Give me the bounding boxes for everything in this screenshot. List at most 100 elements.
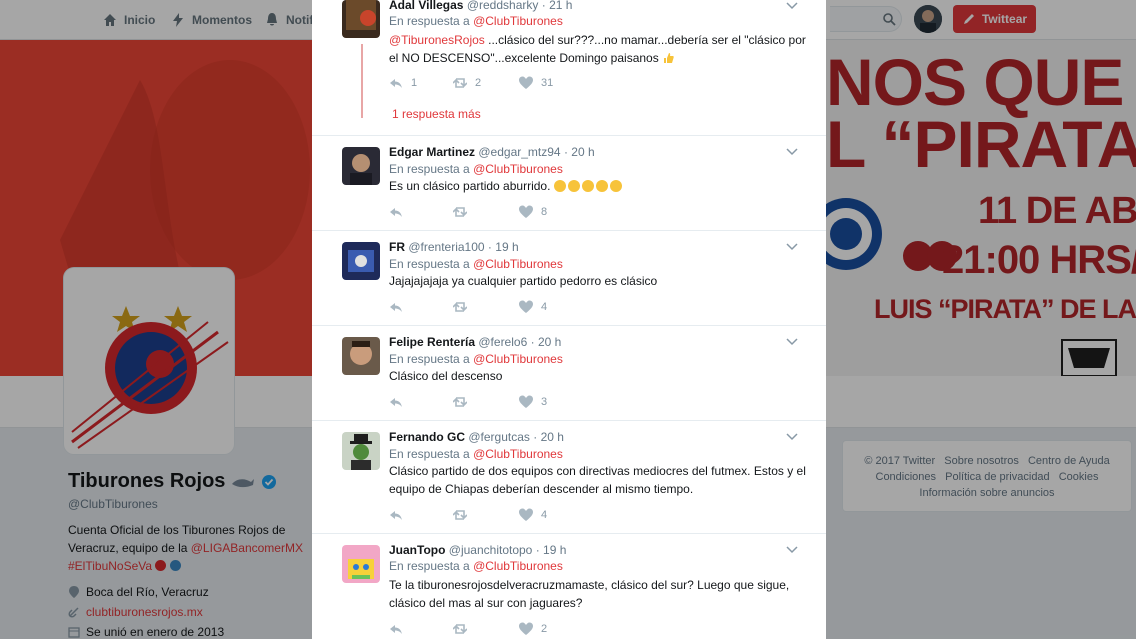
tweet-author-handle[interactable]: @frenteria100 xyxy=(408,240,484,254)
reply-action[interactable] xyxy=(389,508,411,522)
retweet-action[interactable] xyxy=(453,300,475,314)
reply-target-link[interactable]: @ClubTiburones xyxy=(473,162,563,176)
tweet-author-name[interactable]: JuanTopo xyxy=(389,543,445,557)
avatar-photo xyxy=(342,337,380,375)
tweet-timestamp[interactable]: 19 h xyxy=(543,543,566,557)
tweet-item[interactable]: Edgar Martinez @edgar_mtz94 · 20 h En re… xyxy=(312,136,826,231)
reply-icon xyxy=(390,511,402,520)
like-count: 2 xyxy=(541,623,548,635)
retweet-action[interactable] xyxy=(453,205,475,219)
tweet-body: Te la tiburonesrojosdelveracruzmamaste, … xyxy=(389,578,790,610)
reply-icon xyxy=(390,303,402,312)
like-action[interactable]: 4 xyxy=(519,300,547,314)
reply-target-link[interactable]: @ClubTiburones xyxy=(473,257,563,271)
tweet-reply-context: En respuesta a @ClubTiburones xyxy=(389,257,563,271)
reply-action[interactable] xyxy=(389,300,411,314)
reply-target-link[interactable]: @ClubTiburones xyxy=(473,14,563,28)
tweet-header: JuanTopo @juanchitotopo · 19 h xyxy=(389,543,566,557)
tweet-timestamp[interactable]: 19 h xyxy=(495,240,518,254)
heart-icon xyxy=(519,300,533,313)
retweet-action[interactable] xyxy=(453,622,475,636)
tweet-avatar[interactable] xyxy=(342,147,380,185)
tweet-actions: 4 xyxy=(389,508,589,524)
retweet-action[interactable] xyxy=(453,395,475,409)
tweet-author-handle[interactable]: @ferelo6 xyxy=(478,335,527,349)
chevron-down-icon[interactable] xyxy=(786,2,798,10)
tweet-author-handle[interactable]: @reddsharky xyxy=(467,0,539,12)
reply-icon xyxy=(390,625,402,634)
reply-action[interactable] xyxy=(389,395,411,409)
tweet-header: FR @frenteria100 · 19 h xyxy=(389,240,519,254)
tweet-avatar[interactable] xyxy=(342,545,380,583)
heart-icon xyxy=(519,622,533,635)
reply-target-link[interactable]: @ClubTiburones xyxy=(473,447,563,461)
like-action[interactable]: 8 xyxy=(519,205,547,219)
thumbs-up-emoji-icon xyxy=(664,53,674,63)
chevron-down-icon[interactable] xyxy=(786,338,798,346)
tweet-author-name[interactable]: Edgar Martinez xyxy=(389,145,475,159)
tweet-mention-link[interactable]: @TiburonesRojos xyxy=(389,33,485,47)
tweet-author-handle[interactable]: @fergutcas xyxy=(468,430,530,444)
tweet-item[interactable]: JuanTopo @juanchitotopo · 19 h En respue… xyxy=(312,534,826,639)
retweet-action[interactable] xyxy=(453,508,475,522)
reply-prefix: En respuesta a xyxy=(389,559,474,573)
tweet-item[interactable]: FR @frenteria100 · 19 h En respuesta a @… xyxy=(312,231,826,326)
reply-action[interactable]: 1 xyxy=(389,76,417,90)
tweet-reply-context: En respuesta a @ClubTiburones xyxy=(389,352,563,366)
tweet-author-handle[interactable]: @juanchitotopo xyxy=(449,543,533,557)
tweet-reply-context: En respuesta a @ClubTiburones xyxy=(389,14,563,28)
reply-prefix: En respuesta a xyxy=(389,257,474,271)
tweet-author-name[interactable]: Adal Villegas xyxy=(389,0,463,12)
tweet-timestamp[interactable]: 20 h xyxy=(571,145,594,159)
like-action[interactable]: 2 xyxy=(519,622,547,636)
like-action[interactable]: 3 xyxy=(519,395,547,409)
reply-prefix: En respuesta a xyxy=(389,352,474,366)
tweet-author-name[interactable]: FR xyxy=(389,240,405,254)
tweet-time-separator: · xyxy=(535,543,540,557)
retweet-action[interactable]: 2 xyxy=(453,76,481,90)
reply-target-link[interactable]: @ClubTiburones xyxy=(473,559,563,573)
tweet-time-separator: · xyxy=(530,335,535,349)
tweet-text: Clásico del descenso xyxy=(389,367,809,385)
chevron-down-icon[interactable] xyxy=(786,433,798,441)
tweet-author-name[interactable]: Felipe Rentería xyxy=(389,335,475,349)
tweet-avatar[interactable] xyxy=(342,432,380,470)
reply-target-link[interactable]: @ClubTiburones xyxy=(473,352,563,366)
tweet-item[interactable]: Felipe Rentería @ferelo6 · 20 h En respu… xyxy=(312,326,826,421)
tweet-author-handle[interactable]: @edgar_mtz94 xyxy=(478,145,560,159)
reply-action[interactable] xyxy=(389,622,411,636)
heart-icon xyxy=(519,205,533,218)
avatar-photo xyxy=(342,242,380,280)
retweet-count: 2 xyxy=(475,77,482,89)
like-action[interactable]: 31 xyxy=(519,76,553,90)
tweet-replies-modal: Adal Villegas @reddsharky · 21 h En resp… xyxy=(312,0,826,639)
retweet-icon xyxy=(453,78,467,88)
tweet-avatar[interactable] xyxy=(342,0,380,38)
tweet-timestamp[interactable]: 20 h xyxy=(538,335,561,349)
tweet-avatar[interactable] xyxy=(342,242,380,280)
tweet-actions: 3 xyxy=(389,395,589,411)
retweet-icon xyxy=(453,397,467,407)
tweet-actions: 4 xyxy=(389,300,589,316)
tweet-header: Felipe Rentería @ferelo6 · 20 h xyxy=(389,335,561,349)
tweet-author-name[interactable]: Fernando GC xyxy=(389,430,465,444)
reply-prefix: En respuesta a xyxy=(389,162,474,176)
show-more-replies-link[interactable]: 1 respuesta más xyxy=(392,107,481,121)
tweet-header: Edgar Martinez @edgar_mtz94 · 20 h xyxy=(389,145,595,159)
tweet-time-separator: · xyxy=(563,145,568,159)
like-count: 4 xyxy=(541,301,548,313)
tweet-item[interactable]: Adal Villegas @reddsharky · 21 h En resp… xyxy=(312,0,826,136)
tweet-timestamp[interactable]: 20 h xyxy=(541,430,564,444)
laughing-emoji-icon xyxy=(553,179,624,193)
chevron-down-icon[interactable] xyxy=(786,546,798,554)
chevron-down-icon[interactable] xyxy=(786,148,798,156)
reply-action[interactable] xyxy=(389,205,411,219)
tweet-avatar[interactable] xyxy=(342,337,380,375)
tweet-reply-context: En respuesta a @ClubTiburones xyxy=(389,559,563,573)
like-action[interactable]: 4 xyxy=(519,508,547,522)
reply-prefix: En respuesta a xyxy=(389,447,474,461)
chevron-down-icon[interactable] xyxy=(786,243,798,251)
tweet-item[interactable]: Fernando GC @fergutcas · 20 h En respues… xyxy=(312,421,826,534)
heart-icon xyxy=(519,508,533,521)
tweet-timestamp[interactable]: 21 h xyxy=(549,0,572,12)
